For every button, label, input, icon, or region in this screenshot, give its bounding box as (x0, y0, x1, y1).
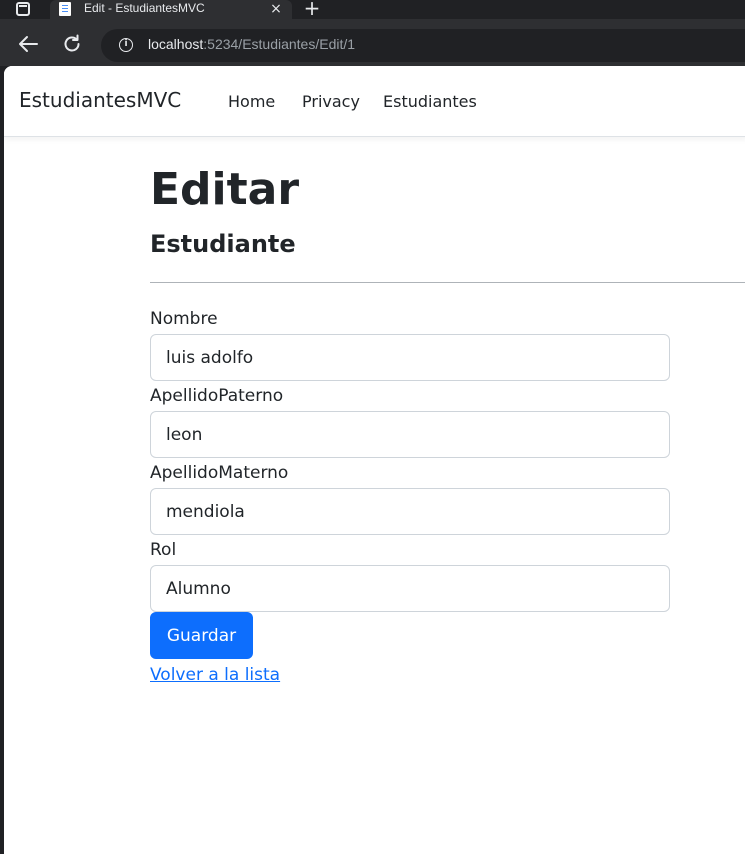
url-path: :5234/Estudiantes/Edit/1 (203, 36, 356, 52)
page-icon (59, 2, 71, 16)
back-to-list-link[interactable]: Volver a la lista (150, 664, 280, 686)
rol-input[interactable] (150, 565, 670, 612)
back-arrow-icon[interactable] (17, 35, 39, 53)
address-bar[interactable]: i localhost:5234/Estudiantes/Edit/1 (101, 29, 745, 62)
browser-toolbar: i localhost:5234/Estudiantes/Edit/1 (0, 19, 745, 66)
page-viewport: EstudiantesMVC Home Privacy Estudiantes … (4, 66, 745, 854)
reload-icon[interactable] (62, 34, 82, 54)
apellido-paterno-input[interactable] (150, 411, 670, 458)
nombre-label: Nombre (150, 309, 218, 329)
save-button[interactable]: Guardar (150, 612, 253, 659)
url-host: localhost (148, 36, 204, 52)
nombre-input[interactable] (150, 334, 670, 381)
browser-tab[interactable]: Edit - EstudiantesMVC × (50, 0, 292, 19)
url-text[interactable]: localhost:5234/Estudiantes/Edit/1 (148, 36, 355, 52)
nav-link-home[interactable]: Home (228, 92, 275, 111)
tab-title: Edit - EstudiantesMVC (84, 1, 205, 15)
plus-icon[interactable]: + (303, 0, 321, 19)
page-title: Editar (150, 164, 300, 215)
close-icon[interactable]: × (269, 0, 283, 18)
nav-link-estudiantes[interactable]: Estudiantes (383, 92, 477, 111)
rol-label: Rol (150, 540, 177, 560)
nav-link-privacy[interactable]: Privacy (302, 92, 360, 111)
apellido-materno-input[interactable] (150, 488, 670, 535)
divider (150, 282, 745, 283)
navbar-brand[interactable]: EstudiantesMVC (19, 88, 181, 112)
site-navbar: EstudiantesMVC Home Privacy Estudiantes (4, 66, 745, 137)
apellido-materno-label: ApellidoMaterno (150, 463, 289, 483)
apellido-paterno-label: ApellidoPaterno (150, 386, 284, 406)
page-subtitle: Estudiante (150, 230, 296, 258)
info-icon[interactable]: i (119, 38, 133, 52)
sidebar-toggle-icon[interactable] (16, 2, 30, 16)
browser-tab-strip: Edit - EstudiantesMVC × + (0, 0, 745, 19)
